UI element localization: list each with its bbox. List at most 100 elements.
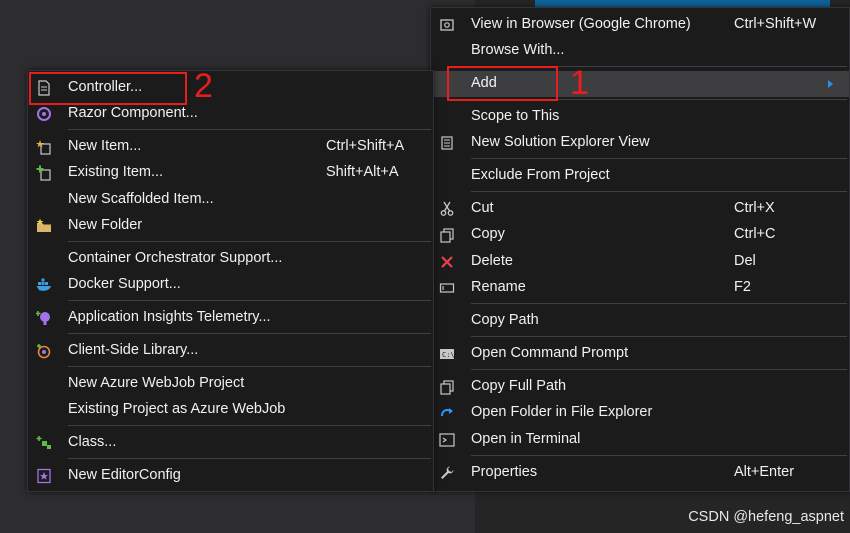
class-icon <box>36 436 51 449</box>
menu-item-delete[interactable]: Delete Del <box>431 249 849 275</box>
menu-item-label: Existing Item... <box>68 164 164 180</box>
menu-item-properties[interactable]: Properties Alt+Enter <box>431 460 849 486</box>
menu-item-label: Existing Project as Azure WebJob <box>68 401 286 417</box>
rename-icon <box>439 283 455 293</box>
submenu-item-client-side-library[interactable]: Client-Side Library... <box>28 338 433 364</box>
separator <box>68 458 431 459</box>
submenu-item-docker-support[interactable]: Docker Support... <box>28 272 433 298</box>
menu-item-label: Browse With... <box>471 42 565 58</box>
menu-item-label: New Solution Explorer View <box>471 134 650 150</box>
solution-explorer-icon <box>441 136 453 150</box>
separator <box>68 333 431 334</box>
menu-item-shortcut: Ctrl+C <box>734 226 776 242</box>
menu-item-label: Open Folder in File Explorer <box>471 404 653 420</box>
submenu-item-new-scaffolded-item[interactable]: New Scaffolded Item... <box>28 187 433 213</box>
menu-item-cut[interactable]: Cut Ctrl+X <box>431 196 849 222</box>
separator <box>471 191 847 192</box>
annotation-number-2: 2 <box>194 67 213 105</box>
menu-item-label: Application Insights Telemetry... <box>68 309 271 325</box>
menu-item-label: Properties <box>471 464 538 480</box>
menu-item-view-in-browser[interactable]: View in Browser (Google Chrome) Ctrl+Shi… <box>431 12 849 38</box>
library-icon <box>37 344 51 359</box>
submenu-item-new-editorconfig[interactable]: New EditorConfig <box>28 463 433 489</box>
menu-item-rename[interactable]: Rename F2 <box>431 275 849 301</box>
menu-item-open-in-terminal[interactable]: Open in Terminal <box>431 427 849 453</box>
menu-item-label: Delete <box>471 253 513 269</box>
menu-item-label: New Folder <box>68 217 143 233</box>
menu-item-label: New Scaffolded Item... <box>68 191 214 207</box>
annotation-number-1: 1 <box>570 64 589 102</box>
wrench-icon <box>441 466 454 479</box>
menu-item-label: Class... <box>68 434 117 450</box>
new-folder-icon <box>36 218 51 232</box>
submenu-item-existing-item[interactable]: Existing Item... Shift+Alt+A <box>28 160 433 186</box>
separator <box>68 366 431 367</box>
menu-item-label: Rename <box>471 279 526 295</box>
menu-item-label: Open in Terminal <box>471 431 581 447</box>
menu-item-shortcut: Ctrl+Shift+W <box>734 16 817 32</box>
editorconfig-icon <box>37 468 51 484</box>
separator <box>68 241 431 242</box>
menu-item-shortcut: Ctrl+Shift+A <box>326 138 405 154</box>
menu-item-label: New Azure WebJob Project <box>68 375 245 391</box>
watermark: CSDN @hefeng_aspnet <box>688 509 844 525</box>
delete-x-icon <box>441 256 453 268</box>
menu-item-label: Client-Side Library... <box>68 342 199 358</box>
separator <box>471 336 847 337</box>
menu-item-scope-to-this[interactable]: Scope to This <box>431 104 849 130</box>
insights-icon <box>36 311 50 325</box>
submenu-item-new-azure-webjob-project[interactable]: New Azure WebJob Project <box>28 371 433 397</box>
refresh-arrow-icon <box>441 408 453 417</box>
docker-icon <box>36 278 51 291</box>
separator <box>471 369 847 370</box>
separator <box>68 129 431 130</box>
separator <box>68 425 431 426</box>
submenu-item-existing-project-as-azure-webjob[interactable]: Existing Project as Azure WebJob <box>28 397 433 423</box>
menu-item-copy[interactable]: Copy Ctrl+C <box>431 222 849 248</box>
menu-item-label: Copy <box>471 226 505 242</box>
browser-icon <box>440 19 454 31</box>
existing-item-icon <box>36 165 51 181</box>
menu-item-open-folder-in-file-explorer[interactable]: Open Folder in File Explorer <box>431 400 849 426</box>
scissors-icon <box>440 201 454 216</box>
copy-icon <box>440 228 454 243</box>
submenu-item-new-folder[interactable]: New Folder <box>28 213 433 239</box>
svg-text:C:\: C:\ <box>442 351 455 359</box>
menu-item-browse-with[interactable]: Browse With... <box>431 38 849 64</box>
copy-icon <box>440 380 454 395</box>
terminal-icon <box>439 433 455 447</box>
menu-item-label: Scope to This <box>471 108 560 124</box>
annotation-box-add <box>447 66 558 101</box>
menu-item-shortcut: F2 <box>734 279 751 295</box>
menu-item-label: Exclude From Project <box>471 167 610 183</box>
menu-item-shortcut: Alt+Enter <box>734 464 795 480</box>
menu-item-label: Open Command Prompt <box>471 345 629 361</box>
add-submenu: Controller... Razor Component... New Ite… <box>27 70 434 492</box>
menu-item-label: Cut <box>471 200 494 216</box>
menu-item-label: New Item... <box>68 138 142 154</box>
menu-item-exclude-from-project[interactable]: Exclude From Project <box>431 163 849 189</box>
menu-item-label: Docker Support... <box>68 276 181 292</box>
submenu-item-application-insights-telemetry[interactable]: Application Insights Telemetry... <box>28 305 433 331</box>
menu-item-copy-path[interactable]: Copy Path <box>431 308 849 334</box>
menu-item-label: Container Orchestrator Support... <box>68 250 283 266</box>
menu-item-shortcut: Del <box>734 253 756 269</box>
menu-item-shortcut: Ctrl+X <box>734 200 775 216</box>
menu-item-label: Copy Path <box>471 312 539 328</box>
menu-item-copy-full-path[interactable]: Copy Full Path <box>431 374 849 400</box>
menu-item-label: View in Browser (Google Chrome) <box>471 16 691 32</box>
menu-item-shortcut: Shift+Alt+A <box>326 164 399 180</box>
menu-item-label: Copy Full Path <box>471 378 567 394</box>
submenu-arrow-icon <box>828 80 833 88</box>
menu-item-new-solution-explorer-view[interactable]: New Solution Explorer View <box>431 130 849 156</box>
separator <box>471 158 847 159</box>
separator <box>471 455 847 456</box>
submenu-item-new-item[interactable]: New Item... Ctrl+Shift+A <box>28 134 433 160</box>
menu-item-open-command-prompt[interactable]: C:\ Open Command Prompt <box>431 341 849 367</box>
submenu-item-class[interactable]: Class... <box>28 430 433 456</box>
new-item-icon <box>36 140 51 155</box>
submenu-item-container-orchestrator-support[interactable]: Container Orchestrator Support... <box>28 246 433 272</box>
menu-item-label: New EditorConfig <box>68 467 181 483</box>
annotation-box-controller <box>29 72 187 105</box>
command-prompt-icon: C:\ <box>440 349 455 359</box>
